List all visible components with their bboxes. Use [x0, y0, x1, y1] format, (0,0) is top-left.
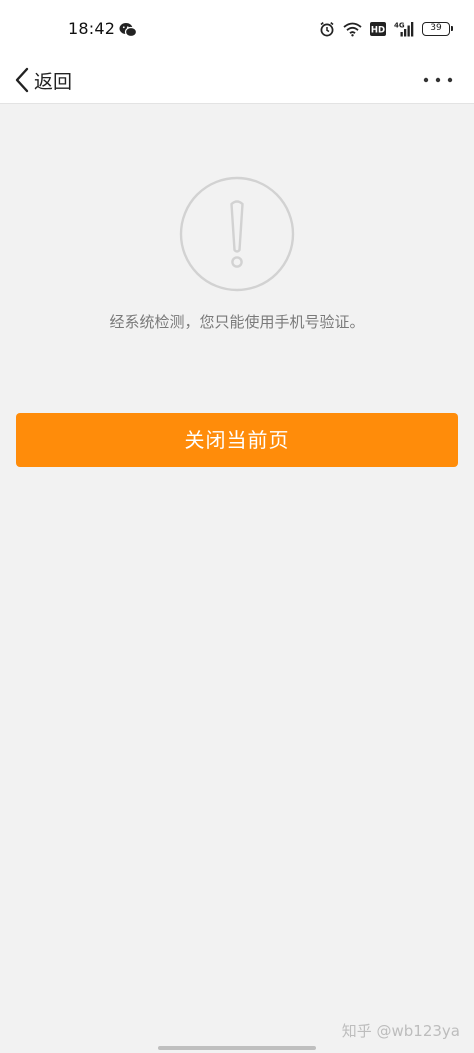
alarm-icon	[320, 21, 334, 37]
message-text: 经系统检测，您只能使用手机号验证。	[109, 313, 365, 331]
svg-text:HD: HD	[371, 26, 385, 36]
close-page-button[interactable]: 关闭当前页	[16, 413, 458, 467]
signal-icon: 4G	[394, 22, 414, 37]
svg-text:4G: 4G	[394, 22, 405, 30]
status-bar: 18:42 HD 4G 39	[0, 0, 474, 56]
battery-icon: 39	[422, 22, 453, 36]
watermark: 知乎 @wb123ya	[341, 1022, 460, 1040]
status-icons: HD 4G 39	[319, 19, 453, 39]
wifi-icon	[343, 22, 362, 36]
back-button[interactable]: 返回	[14, 64, 72, 96]
back-chevron-icon	[15, 67, 29, 93]
home-indicator[interactable]	[158, 1046, 316, 1050]
status-time: 18:42	[68, 19, 116, 38]
more-button[interactable]	[420, 66, 456, 94]
back-label: 返回	[34, 70, 73, 93]
warning-icon	[179, 176, 295, 292]
wechat-icon	[119, 23, 137, 38]
nav-bar: 返回	[0, 56, 474, 104]
more-icon	[423, 77, 453, 83]
hd-icon: HD	[370, 22, 386, 36]
